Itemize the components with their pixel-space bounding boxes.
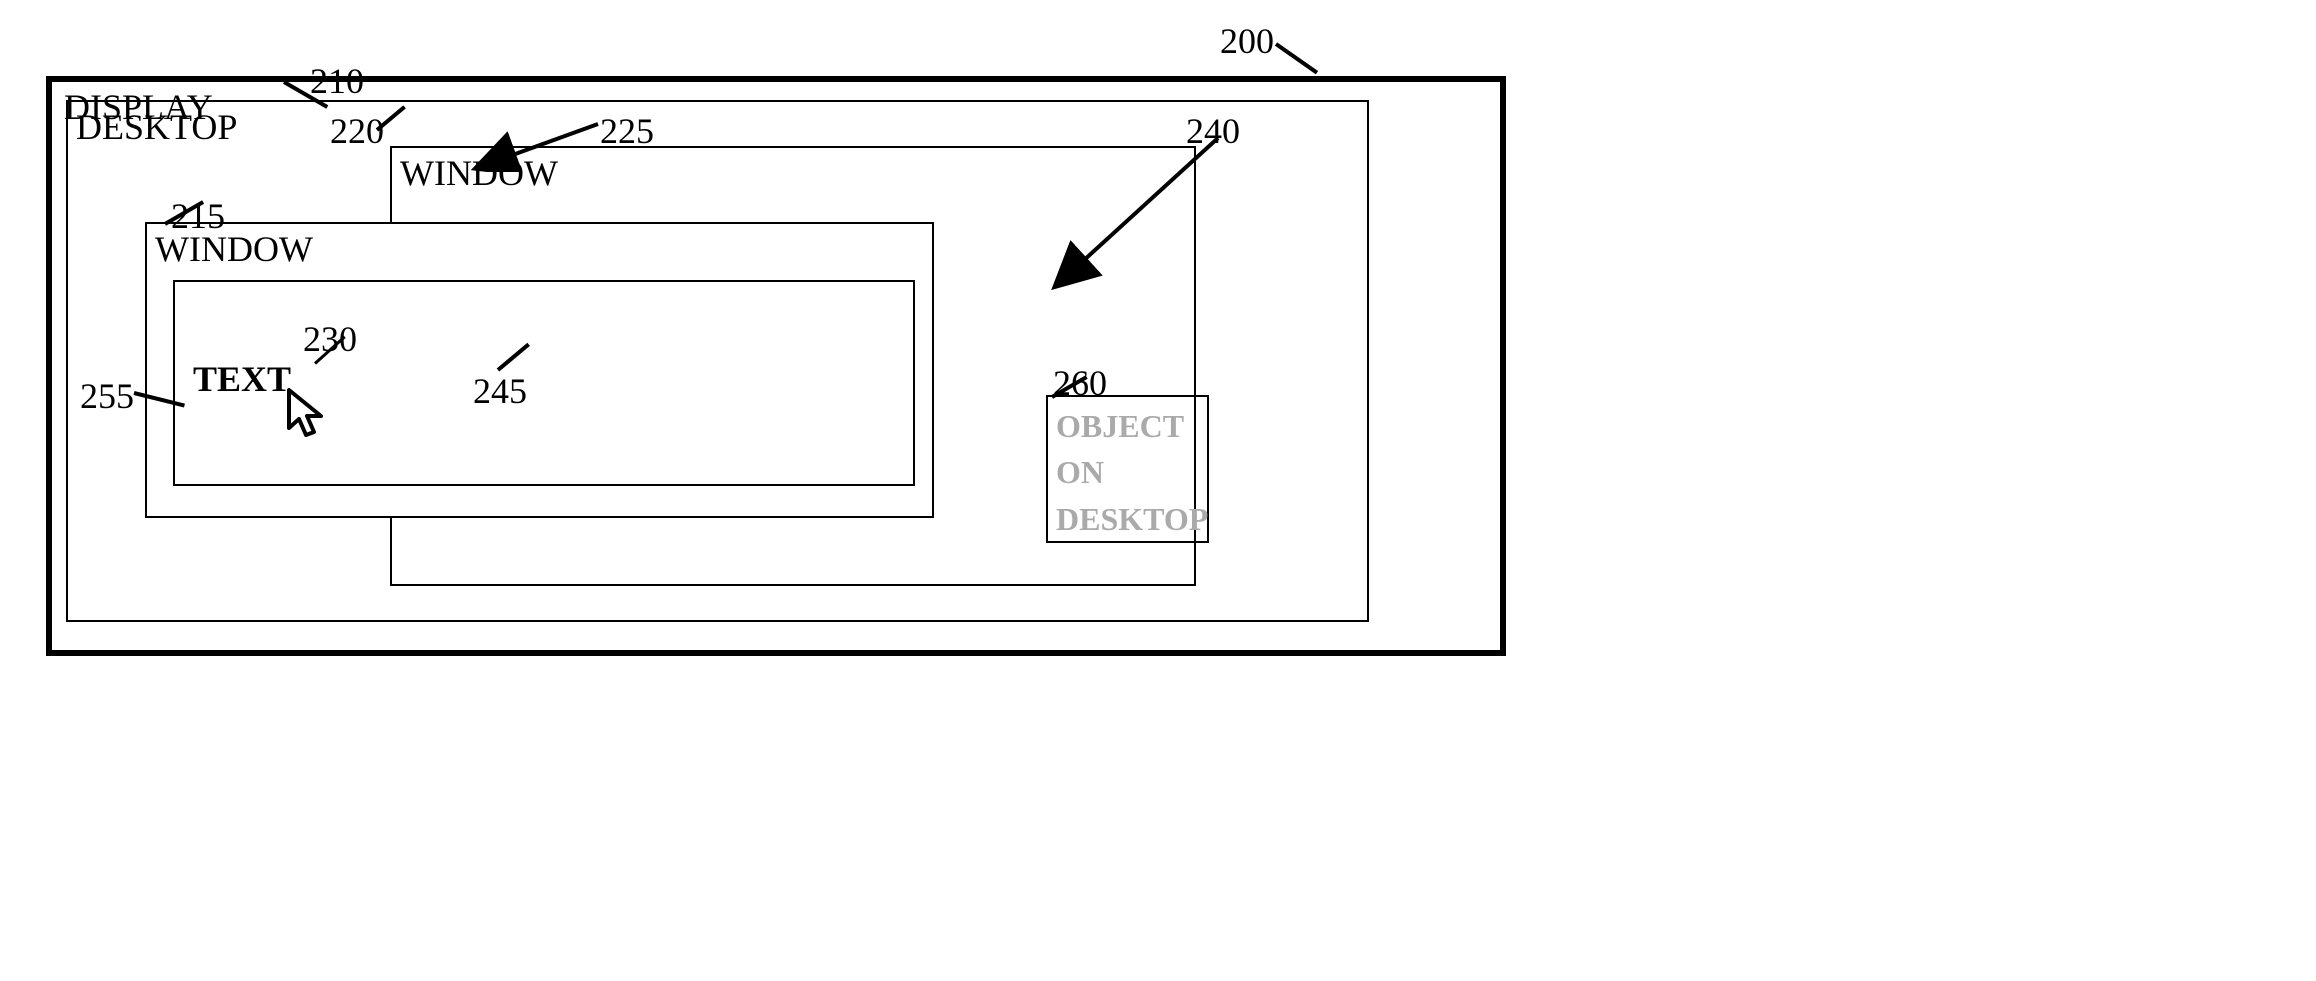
- ref-200: 200: [1220, 20, 1274, 62]
- arrow-225: [470, 118, 600, 172]
- ref-225: 225: [600, 110, 654, 152]
- ref-255: 255: [80, 375, 134, 417]
- object-on-desktop-line-3: DESKTOP: [1056, 496, 1199, 542]
- leader-tick: [1275, 42, 1318, 74]
- ref-245: 245: [473, 370, 527, 412]
- object-on-desktop-line-2: ON: [1056, 449, 1199, 495]
- ref-210: 210: [310, 60, 364, 102]
- ref-220: 220: [330, 110, 384, 152]
- arrow-240: [1044, 132, 1224, 292]
- text-foreground: TEXT: [193, 358, 291, 400]
- object-on-desktop[interactable]: OBJECT ON DESKTOP: [1046, 395, 1209, 543]
- object-on-desktop-line-1: OBJECT: [1056, 403, 1199, 449]
- ref-230: 230: [303, 318, 357, 360]
- figure-stage: DISPLAY DESKTOP WINDOW TEXT WINDOW TEXT …: [0, 0, 2316, 981]
- cursor-icon[interactable]: [280, 386, 332, 446]
- desktop-label: DESKTOP: [76, 107, 237, 147]
